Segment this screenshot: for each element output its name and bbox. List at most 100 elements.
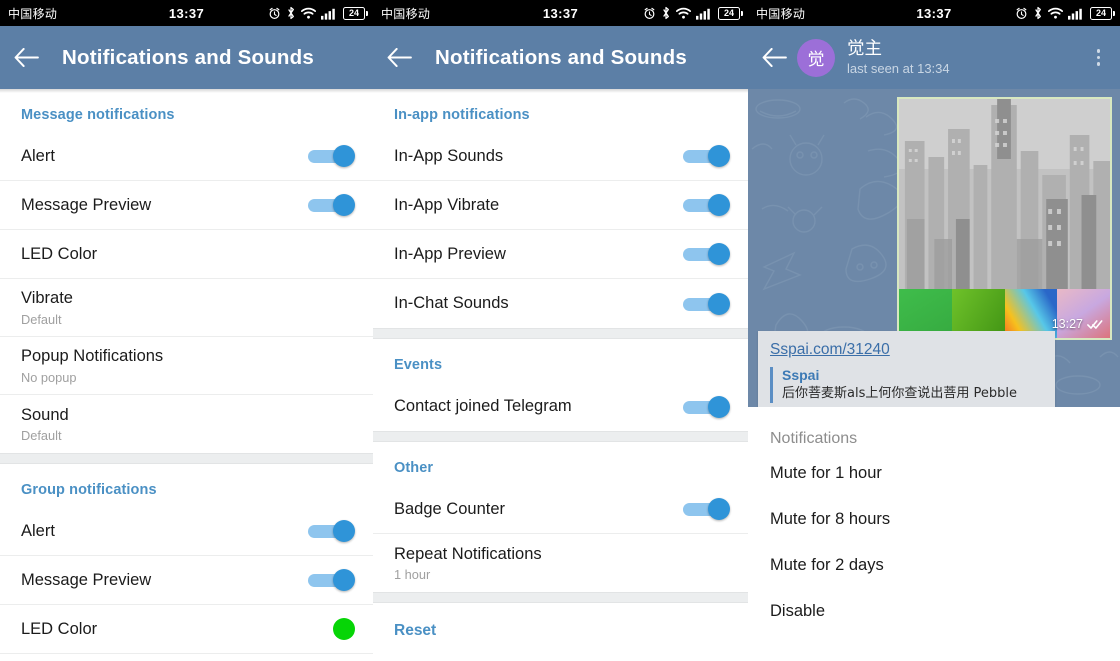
- sheet-item-disable[interactable]: Disable: [748, 586, 1120, 632]
- alarm-icon: [268, 7, 281, 20]
- row-label: LED Color: [21, 244, 98, 263]
- link-preview-card[interactable]: Sspai.com/31240 Sspai 后你菩麦斯als上何你查说出菩用 P…: [758, 331, 1055, 407]
- battery-icon: 24: [1090, 6, 1115, 20]
- photo-message-bubble[interactable]: 13:27: [897, 97, 1112, 340]
- settings-list-2: In-app notifications In-App Sounds In-Ap…: [373, 89, 748, 656]
- bluetooth-icon: [1033, 6, 1043, 20]
- section-divider: [0, 453, 373, 464]
- signal-icon: [1068, 7, 1085, 20]
- section-header-other: Other: [394, 460, 434, 476]
- settings-list-1: Message notifications Alert Message Prev…: [0, 89, 373, 654]
- app-bar-1: Notifications and Sounds: [0, 26, 373, 89]
- setting-row-in-app-preview[interactable]: In-App Preview: [373, 230, 748, 279]
- row-label: Vibrate: [21, 289, 73, 308]
- link-url[interactable]: Sspai.com/31240: [770, 341, 1043, 359]
- row-value: Default: [21, 428, 62, 444]
- row-value: 1 hour: [394, 567, 431, 583]
- setting-row-alert[interactable]: Alert: [0, 132, 373, 181]
- section-divider: [373, 328, 748, 339]
- reset-button[interactable]: Reset: [373, 603, 748, 656]
- status-icons: 24: [1015, 6, 1115, 20]
- link-preview-body: Sspai 后你菩麦斯als上何你查说出菩用 Pebble: [770, 367, 1043, 403]
- row-label: LED Color: [21, 619, 98, 638]
- toggle-badge-counter[interactable]: [683, 498, 730, 520]
- toggle-in-chat-sounds[interactable]: [683, 292, 730, 315]
- setting-row-popup-notifications[interactable]: Popup Notifications No popup: [0, 337, 373, 395]
- setting-row-sound[interactable]: Sound Default: [0, 395, 373, 453]
- toggle-in-app-sounds[interactable]: [683, 145, 730, 167]
- row-label: Contact joined Telegram: [394, 397, 572, 416]
- status-bar-1: 中国移动 13:37 24: [0, 0, 373, 26]
- toggle-in-app-vibrate[interactable]: [683, 194, 730, 216]
- battery-level: 24: [723, 8, 734, 18]
- double-check-icon: [1087, 319, 1103, 329]
- setting-row-badge-counter[interactable]: Badge Counter: [373, 485, 748, 534]
- section-divider: [373, 431, 748, 442]
- bluetooth-icon: [286, 6, 296, 20]
- notifications-bottom-sheet: Notifications Mute for 1 hour Mute for 8…: [748, 407, 1120, 661]
- sheet-item-mute-1-hour[interactable]: Mute for 1 hour: [748, 448, 1120, 494]
- toggle-group-alert[interactable]: [308, 520, 355, 542]
- bluetooth-icon: [661, 6, 671, 20]
- setting-row-group-message-preview[interactable]: Message Preview: [0, 556, 373, 605]
- three-phone-screenshots: 中国移动 13:37 24 Notifications and Sounds M…: [0, 0, 1120, 661]
- link-description: 后你菩麦斯als上何你查说出菩用 Pebble: [782, 386, 1017, 402]
- appbar-wrap-2: Notifications and Sounds: [373, 26, 748, 93]
- status-bar-2: 中国移动 13:37 24: [373, 0, 748, 26]
- row-label: Message Preview: [21, 570, 152, 589]
- battery-icon: 24: [718, 6, 743, 20]
- setting-row-in-chat-sounds[interactable]: In-Chat Sounds: [373, 279, 748, 328]
- toggle-alert[interactable]: [308, 145, 355, 167]
- setting-row-vibrate[interactable]: Vibrate Default: [0, 279, 373, 337]
- alarm-icon: [1015, 7, 1028, 20]
- battery-icon: 24: [343, 6, 368, 20]
- sheet-title: Notifications: [770, 430, 858, 447]
- row-label: In-App Vibrate: [394, 195, 500, 214]
- avatar[interactable]: 觉: [797, 38, 835, 77]
- battery-level: 24: [348, 8, 359, 18]
- setting-row-in-app-sounds[interactable]: In-App Sounds: [373, 132, 748, 181]
- chat-title-block[interactable]: 觉主 last seen at 13:34: [847, 39, 1089, 76]
- wifi-icon: [676, 7, 691, 20]
- page-title: Notifications and Sounds: [435, 45, 687, 69]
- row-label: Message Preview: [21, 195, 152, 214]
- back-arrow-icon[interactable]: [762, 48, 787, 67]
- setting-row-contact-joined-telegram[interactable]: Contact joined Telegram: [373, 382, 748, 431]
- setting-row-led-color[interactable]: LED Color: [0, 230, 373, 279]
- status-bar-3: 中国移动 13:37 24: [748, 0, 1120, 26]
- back-arrow-icon[interactable]: [387, 48, 423, 67]
- section-header-message-notifications: Message notifications: [21, 107, 175, 123]
- row-label: Badge Counter: [394, 499, 505, 518]
- contact-name: 觉主: [847, 38, 882, 59]
- toggle-group-message-preview[interactable]: [308, 569, 355, 591]
- toggle-contact-joined-telegram[interactable]: [683, 395, 730, 418]
- toggle-in-app-preview[interactable]: [683, 243, 730, 265]
- back-arrow-icon[interactable]: [14, 48, 50, 67]
- toggle-message-preview[interactable]: [308, 194, 355, 216]
- phone-panel-inapp-notifications: 中国移动 13:37 24 Notifications and Sounds I…: [373, 0, 748, 661]
- row-label: Alert: [21, 521, 55, 540]
- sheet-item-mute-2-days[interactable]: Mute for 2 days: [748, 540, 1120, 586]
- message-timestamp: 13:27: [1051, 317, 1083, 331]
- app-bar-2: Notifications and Sounds: [373, 26, 748, 89]
- row-label: In-App Preview: [394, 244, 506, 263]
- overflow-menu-icon[interactable]: [1089, 43, 1109, 72]
- row-value: Default: [21, 311, 62, 327]
- setting-row-message-preview[interactable]: Message Preview: [0, 181, 373, 230]
- setting-row-in-app-vibrate[interactable]: In-App Vibrate: [373, 181, 748, 230]
- status-icons: 24: [643, 6, 743, 20]
- page-title: Notifications and Sounds: [62, 45, 314, 69]
- alarm-icon: [643, 7, 656, 20]
- row-label: Alert: [21, 146, 55, 165]
- setting-row-group-alert[interactable]: Alert: [0, 507, 373, 556]
- status-icons: 24: [268, 6, 368, 20]
- led-color-swatch-icon[interactable]: [333, 618, 355, 640]
- row-label: Popup Notifications: [21, 347, 164, 366]
- setting-row-group-led-color[interactable]: LED Color: [0, 605, 373, 654]
- wifi-icon: [1048, 7, 1063, 20]
- setting-row-repeat-notifications[interactable]: Repeat Notifications 1 hour: [373, 534, 748, 592]
- appbar-wrap-1: Notifications and Sounds: [0, 26, 373, 93]
- contact-status: last seen at 13:34: [847, 61, 950, 77]
- message-meta: 13:27: [1052, 317, 1103, 331]
- sheet-item-mute-8-hours[interactable]: Mute for 8 hours: [748, 494, 1120, 540]
